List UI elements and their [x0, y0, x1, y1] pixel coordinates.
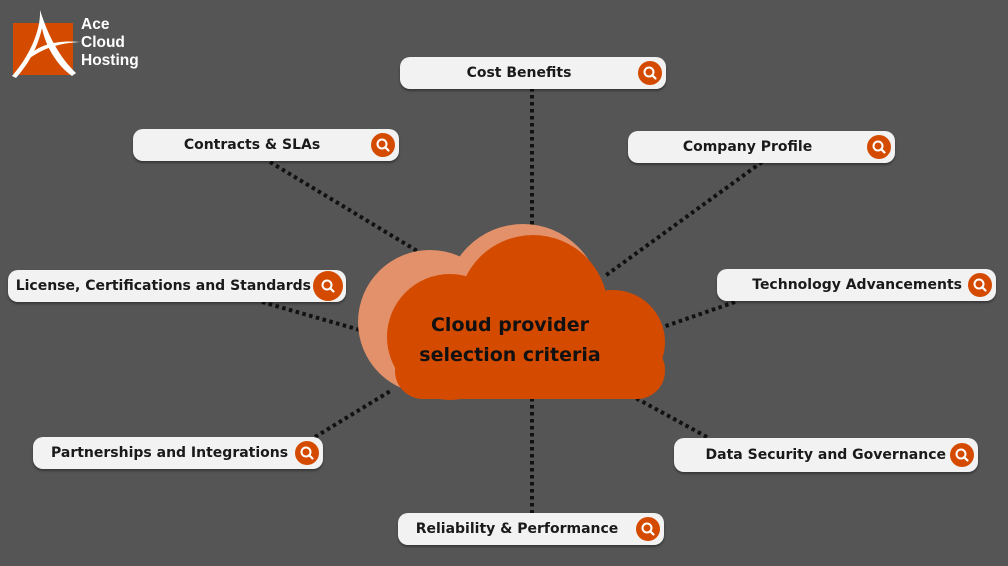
logo-text-line1: Ace	[81, 16, 110, 33]
connector-license	[261, 300, 361, 332]
center-title-line1: Cloud provider	[430, 314, 590, 336]
search-icon[interactable]	[950, 443, 974, 467]
criterion-label: Cost Benefits	[466, 65, 572, 81]
search-icon[interactable]	[968, 273, 992, 297]
center-title: Cloud provider selection criteria	[380, 310, 640, 370]
criterion-company-profile[interactable]: Company Profile	[628, 131, 895, 163]
criterion-reliability-performance[interactable]: Reliability & Performance	[398, 513, 664, 545]
criterion-data-security-governance[interactable]: Data Security and Governance	[674, 438, 978, 472]
criterion-label: Partnerships and Integrations	[51, 445, 289, 461]
criterion-license-certifications-standards[interactable]: License, Certifications and Standards	[8, 270, 346, 302]
search-icon[interactable]	[313, 271, 343, 301]
ace-cloud-hosting-logo: Ace Cloud Hosting	[10, 10, 170, 80]
logo-a-mark-icon	[12, 10, 80, 78]
connector-data-security	[631, 394, 708, 439]
connector-technology	[659, 300, 736, 330]
criterion-label: Data Security and Governance	[705, 447, 946, 463]
criterion-label: Contracts & SLAs	[183, 137, 321, 153]
criterion-label: Reliability & Performance	[415, 521, 619, 537]
center-title-line2: selection criteria	[419, 344, 601, 366]
search-icon[interactable]	[371, 133, 395, 157]
criterion-label: Company Profile	[682, 139, 813, 155]
search-icon[interactable]	[636, 517, 660, 541]
logo-text-line2: Cloud	[81, 34, 125, 51]
search-icon[interactable]	[295, 441, 319, 465]
search-icon[interactable]	[867, 135, 891, 159]
criterion-technology-advancements[interactable]: Technology Advancements	[717, 269, 996, 301]
criterion-partnerships-integrations[interactable]: Partnerships and Integrations	[33, 437, 323, 469]
logo-text-line3: Hosting	[81, 52, 139, 69]
criterion-label: Technology Advancements	[752, 277, 962, 293]
search-icon[interactable]	[638, 61, 662, 85]
criterion-contracts-slas[interactable]: Contracts & SLAs	[133, 129, 399, 161]
criterion-label: License, Certifications and Standards	[15, 278, 311, 294]
criterion-cost-benefits[interactable]: Cost Benefits	[400, 57, 666, 89]
